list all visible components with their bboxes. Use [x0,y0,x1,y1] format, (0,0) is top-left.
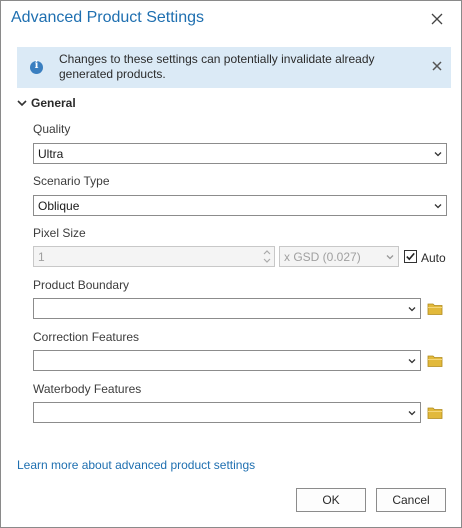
chevron-down-icon [386,255,394,260]
waterbody-features-label: Waterbody Features [33,382,142,396]
ok-button[interactable]: OK [296,488,366,512]
chevron-down-icon [408,307,416,312]
pixel-size-stepper[interactable]: 1 [33,246,275,267]
chevron-down-icon [408,359,416,364]
banner-message: Changes to these settings can potentiall… [59,52,375,81]
auto-checkbox-label[interactable]: Auto [421,251,446,265]
close-icon[interactable] [427,9,447,29]
learn-more-link[interactable]: Learn more about advanced product settin… [17,458,255,472]
chevron-down-icon [434,204,442,209]
pixel-size-unit-select[interactable]: x GSD (0.027) [279,246,399,267]
folder-icon[interactable] [427,354,443,368]
scenario-type-label: Scenario Type [33,174,110,188]
folder-icon[interactable] [427,406,443,420]
auto-checkbox[interactable] [404,250,417,263]
scenario-type-select[interactable]: Oblique [33,195,447,216]
pixel-size-value: 1 [38,250,45,264]
pixel-size-label: Pixel Size [33,226,86,240]
checkmark-icon [406,252,415,261]
product-boundary-label: Product Boundary [33,278,130,292]
cancel-button[interactable]: Cancel [376,488,446,512]
folder-icon[interactable] [427,302,443,316]
correction-features-label: Correction Features [33,330,140,344]
info-icon [30,60,43,74]
warning-banner: Changes to these settings can potentiall… [17,47,451,88]
quality-label: Quality [33,122,71,136]
banner-close-icon[interactable] [431,60,443,72]
waterbody-features-select[interactable] [33,402,421,423]
dialog-title: Advanced Product Settings [11,9,205,26]
spin-down-icon[interactable] [263,258,271,264]
advanced-product-settings-dialog: Advanced Product Settings Changes to the… [0,0,462,528]
pixel-size-unit-value: x GSD (0.027) [284,250,361,264]
spin-up-icon[interactable] [263,249,271,255]
product-boundary-select[interactable] [33,298,421,319]
scenario-type-value: Oblique [38,199,80,213]
section-label: General [31,96,76,110]
quality-select[interactable]: Ultra [33,143,447,164]
title-bar: Advanced Product Settings [1,1,461,37]
chevron-down-icon [408,411,416,416]
chevron-down-icon [434,152,442,157]
quality-value: Ultra [38,147,64,161]
correction-features-select[interactable] [33,350,421,371]
chevron-down-icon [17,100,27,107]
